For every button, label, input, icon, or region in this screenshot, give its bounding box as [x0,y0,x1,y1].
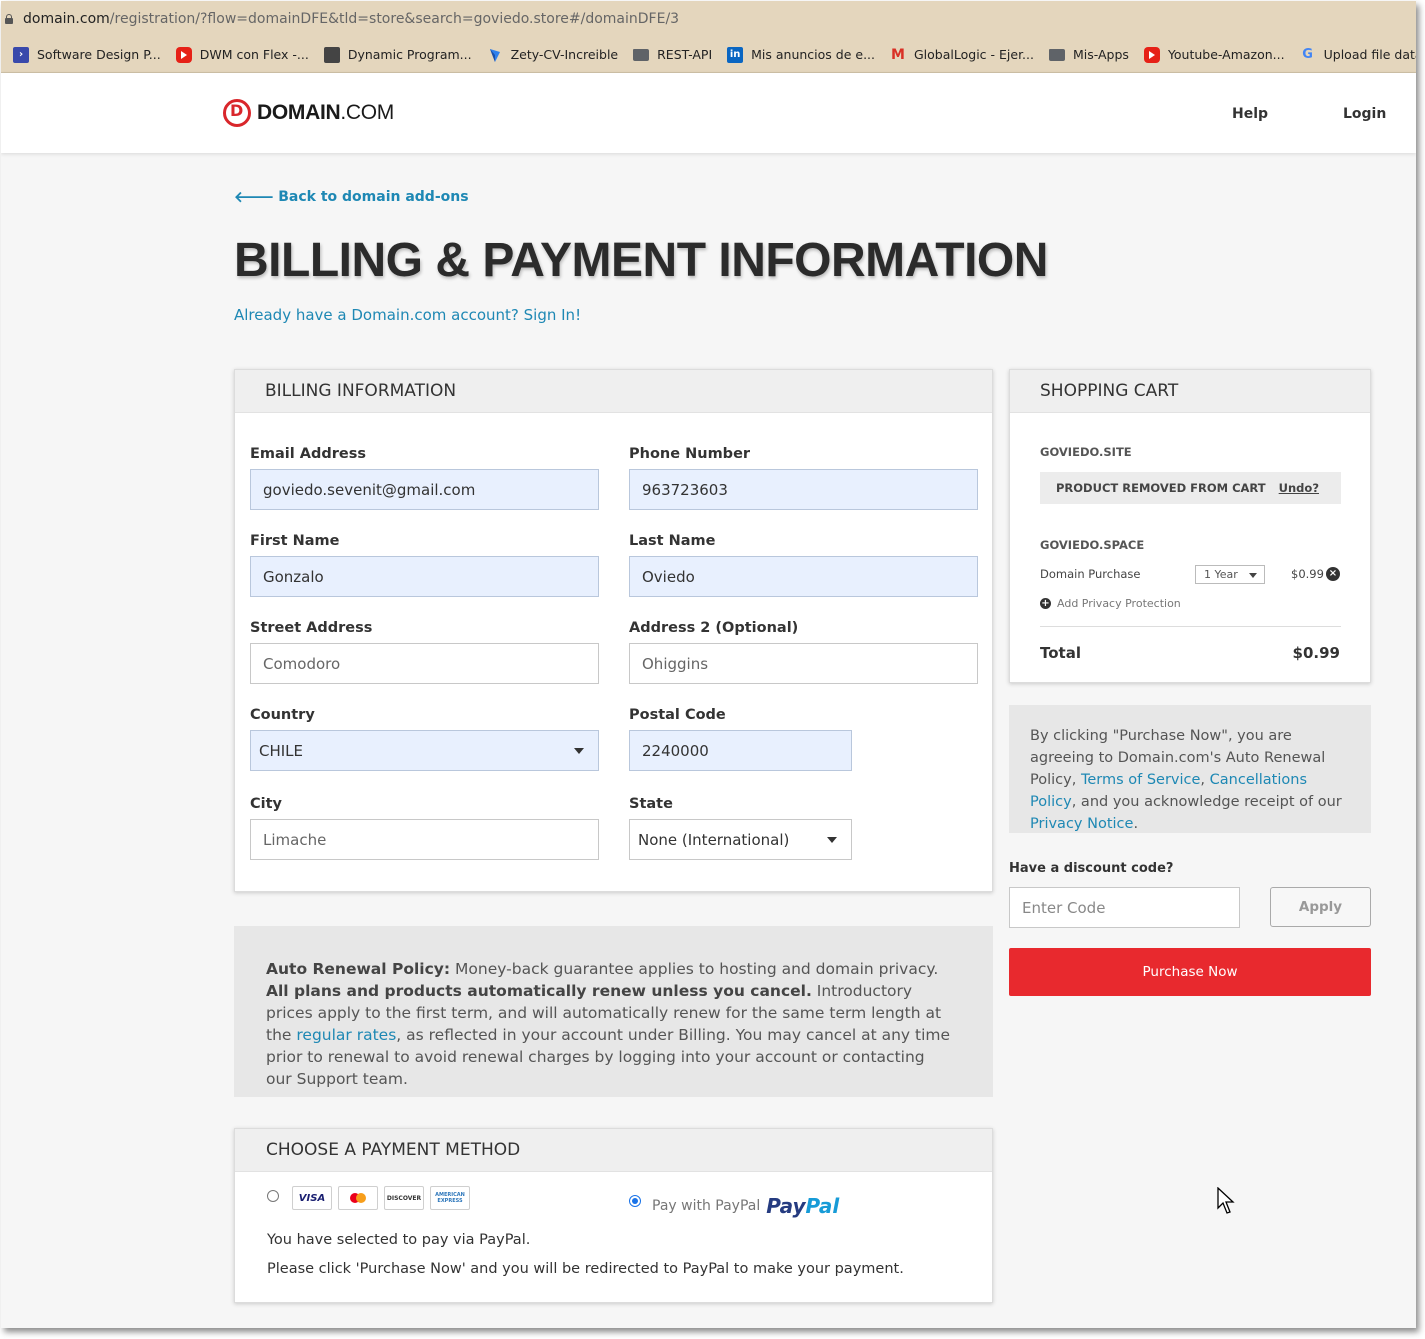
plus-icon: + [1040,598,1051,609]
back-to-addons-link[interactable]: 🡐 Back to domain add-ons [234,187,469,206]
youtube-icon [175,46,192,63]
linkedin-icon: in [727,46,744,63]
cart-item-price: $0.99 [1291,567,1324,581]
first-name-group: First Name Gonzalo [250,533,599,597]
street-address-field[interactable]: Comodoro [250,643,599,684]
card-radio[interactable] [267,1190,279,1202]
state-select[interactable]: None (International) [629,819,852,860]
last-name-group: Last Name Oviedo [629,533,978,597]
discount-label: Have a discount code? [1009,861,1174,876]
first-name-field[interactable]: Gonzalo [250,556,599,597]
paypal-logo-icon: PayPal [766,1194,840,1218]
country-select[interactable]: CHILE [250,730,599,771]
privacy-notice-link[interactable]: Privacy Notice [1030,816,1133,832]
email-field[interactable]: goviedo.sevenit@gmail.com [250,469,599,510]
lock-icon [5,14,13,24]
caret-down-icon [1249,573,1257,578]
bookmark-item[interactable]: Zety-CV-Increible [487,47,618,63]
email-field-group: Email Address goviedo.sevenit@gmail.com [250,446,599,510]
regular-rates-link[interactable]: regular rates [296,1026,396,1044]
state-group: State None (International) [629,796,852,860]
bookmark-item[interactable]: Dynamic Program... [323,46,472,63]
last-name-field[interactable]: Oviedo [629,556,978,597]
postal-group: Postal Code 2240000 [629,707,852,771]
add-privacy-link[interactable]: + Add Privacy Protection [1040,597,1181,610]
folder-icon [633,48,650,61]
arrow-left-icon: 🡐 [234,188,275,206]
domain-logo[interactable]: DOMAIN.COM [223,99,394,127]
caret-down-icon [574,748,584,754]
terms-link[interactable]: Terms of Service [1081,772,1200,788]
help-link[interactable]: Help [1232,106,1268,122]
remove-item-icon[interactable]: × [1326,567,1340,581]
folder-icon [1048,48,1065,61]
bookmark-item[interactable]: DWM con Flex -... [175,46,309,63]
phone-field[interactable]: 963723603 [629,469,978,510]
caret-down-icon [827,837,837,843]
payment-heading: CHOOSE A PAYMENT METHOD [235,1129,992,1172]
cart-domain-name: GOVIEDO.SPACE [1040,538,1145,552]
terminal-icon: › [13,46,29,63]
url-path: /registration/?flow=domainDFE&tld=store&… [109,11,680,27]
login-link[interactable]: Login [1343,106,1386,122]
billing-heading: BILLING INFORMATION [235,370,992,413]
auto-renewal-policy: Auto Renewal Policy: Money-back guarante… [234,926,993,1097]
youtube-icon [1143,46,1160,63]
address-bar[interactable]: domain.com/registration/?flow=domainDFE&… [1,1,1416,37]
discover-icon: DISCOVER [384,1186,424,1210]
agreement-notice: By clicking "Purchase Now", you are agre… [1009,705,1371,833]
phone-field-group: Phone Number 963723603 [629,446,978,510]
amex-icon: AMERICAN EXPRESS [430,1186,470,1210]
apply-button[interactable]: Apply [1270,887,1371,927]
bookmark-item[interactable]: in Mis anuncios de e... [727,46,875,63]
mastercard-icon [338,1186,378,1210]
cart-divider [1040,626,1341,627]
paypal-option[interactable]: Pay with PayPal PayPal [652,1194,839,1218]
address2-group: Address 2 (Optional) Ohiggins [629,620,978,684]
billing-panel: BILLING INFORMATION Email Address govied… [234,369,993,892]
discount-code-input[interactable]: Enter Code [1009,887,1240,928]
cart-item-label: Domain Purchase [1040,567,1141,581]
city-group: City Limache [250,796,599,860]
address2-field[interactable]: Ohiggins [629,643,978,684]
domain-logo-icon [223,99,251,127]
purchase-now-button[interactable]: Purchase Now [1009,948,1371,996]
removed-domain-name: GOVIEDO.SITE [1040,445,1132,459]
total-label: Total [1040,644,1081,662]
undo-link[interactable]: Undo? [1279,481,1319,495]
page-title: BILLING & PAYMENT INFORMATION [234,234,1048,287]
bookmark-item[interactable]: › Software Design P... [13,46,161,63]
paypal-selected-msg: You have selected to pay via PayPal. [267,1232,531,1248]
visa-icon: VISA [292,1186,332,1210]
city-field[interactable]: Limache [250,819,599,860]
paypal-redirect-msg: Please click 'Purchase Now' and you will… [267,1261,904,1277]
shopping-cart-panel: SHOPPING CART GOVIEDO.SITE PRODUCT REMOV… [1009,369,1371,683]
zety-icon [487,47,503,63]
card-logos: VISA DISCOVER AMERICAN EXPRESS [292,1186,476,1210]
sign-in-link[interactable]: Already have a Domain.com account? Sign … [234,306,581,324]
browser-window: domain.com/registration/?flow=domainDFE&… [1,1,1416,1328]
term-select[interactable]: 1 Year [1195,565,1265,584]
bookmark-item[interactable]: Mis-Apps [1048,47,1129,62]
cart-item-row: Domain Purchase 1 Year $0.99 × [1040,565,1341,584]
cart-heading: SHOPPING CART [1010,370,1370,413]
gmail-icon: M [891,46,905,63]
bookmarks-bar: › Software Design P... DWM con Flex -... … [1,37,1416,73]
bookmark-item[interactable]: GUpload file data |... [1300,44,1416,66]
product-removed-banner: PRODUCT REMOVED FROM CART Undo? [1040,472,1341,504]
site-header: DOMAIN.COM Help Login [1,73,1416,153]
google-icon: G [1302,47,1313,62]
country-group: Country CHILE [250,707,599,771]
bookmark-item[interactable]: Youtube-Amazon... [1143,46,1285,63]
postal-code-field[interactable]: 2240000 [629,730,852,771]
page-icon [323,46,340,63]
url-host: domain.com [23,11,110,27]
bookmark-item[interactable]: M GlobalLogic - Ejer... [890,47,1034,63]
total-value: $0.99 [1292,644,1340,662]
bookmark-item[interactable]: REST-API [633,47,712,62]
payment-method-panel: CHOOSE A PAYMENT METHOD VISA DISCOVER AM… [234,1128,993,1303]
paypal-radio[interactable] [629,1195,641,1207]
street-group: Street Address Comodoro [250,620,599,684]
